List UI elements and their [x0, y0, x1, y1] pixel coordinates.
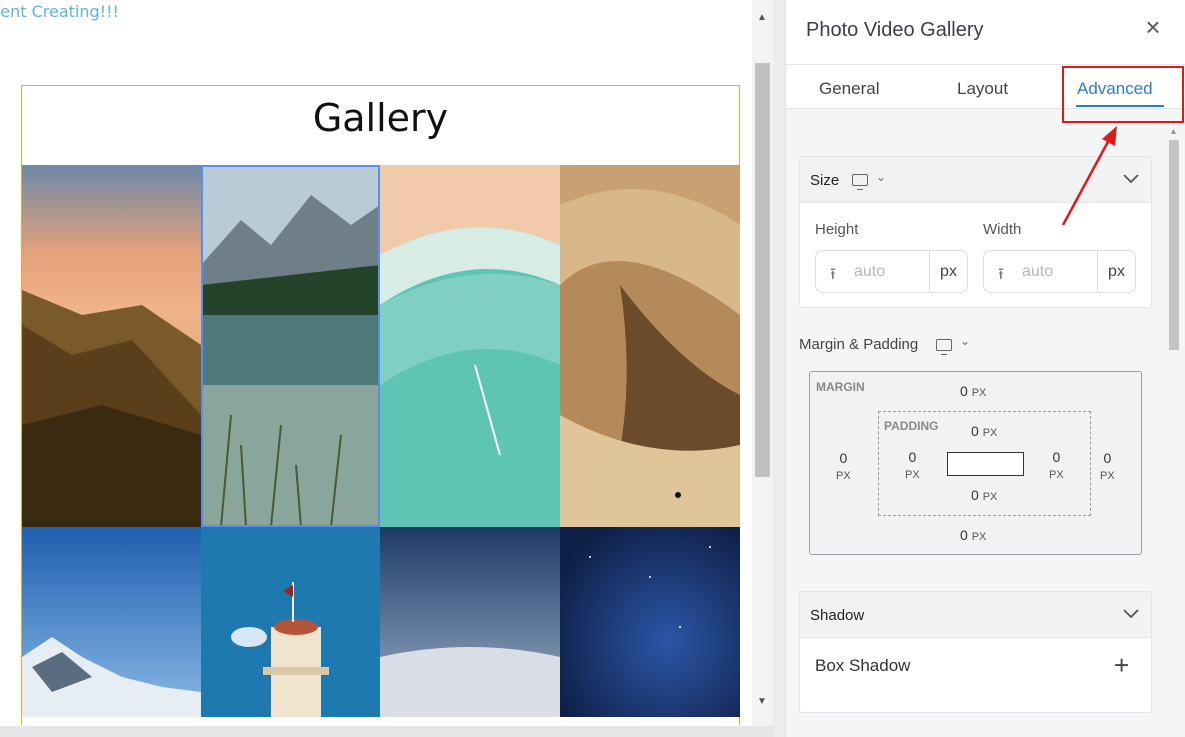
panel-scrollbar[interactable]: ▲	[1167, 126, 1181, 737]
margin-padding-label: Margin & Padding	[799, 336, 919, 353]
panel-header: Photo Video Gallery ×	[786, 0, 1185, 64]
padding-bottom-value[interactable]: 0 PX	[971, 487, 997, 503]
shadow-section-header[interactable]: Shadow	[800, 592, 1151, 638]
content-heading-fragment: tent Creating!!!	[0, 2, 119, 21]
height-label: Height	[815, 221, 859, 238]
margin-box: MARGIN 0 PX 0 PX 0 PX 0 PX PADDING 0 PX 0P…	[809, 371, 1142, 555]
canvas-bottom-bar	[0, 726, 773, 737]
device-monitor-icon[interactable]	[936, 338, 952, 356]
margin-bottom-value[interactable]: 0 PX	[960, 527, 986, 543]
content-box	[947, 452, 1024, 476]
scroll-up-icon[interactable]: ▲	[757, 12, 767, 23]
gallery-widget[interactable]: Gallery	[21, 85, 740, 725]
padding-caption: PADDING	[884, 419, 939, 433]
shadow-label: Shadow	[810, 607, 865, 624]
collapse-chevron-icon[interactable]	[1123, 171, 1139, 187]
margin-left-value[interactable]: 0 PX	[836, 450, 851, 482]
tab-layout[interactable]: Layout	[957, 79, 1008, 99]
gallery-image-alpine-lake[interactable]	[201, 165, 380, 527]
width-input[interactable]: ⭱ auto px	[983, 250, 1136, 293]
padding-top-value[interactable]: 0 PX	[971, 423, 997, 439]
height-icon: ⭱	[830, 266, 836, 283]
panel-scroll-thumb[interactable]	[1169, 140, 1179, 350]
margin-top-value[interactable]: 0 PX	[960, 383, 986, 399]
gallery-image-snowy-peaks[interactable]	[22, 527, 201, 717]
chevron-down-icon[interactable]: ⌄	[876, 170, 886, 184]
width-icon: ⭱	[998, 266, 1004, 283]
canvas-scroll-thumb[interactable]	[755, 63, 770, 477]
height-placeholder: auto	[854, 263, 886, 280]
scroll-up-icon[interactable]: ▲	[1169, 126, 1178, 136]
box-shadow-label: Box Shadow	[815, 656, 911, 675]
size-label: Size	[810, 172, 840, 189]
width-placeholder: auto	[1022, 263, 1054, 280]
chevron-down-icon[interactable]: ⌄	[960, 334, 970, 348]
size-section-header[interactable]: Size ⌄	[800, 157, 1151, 203]
gallery-image-night-sky[interactable]	[560, 527, 740, 717]
height-unit[interactable]: px	[929, 251, 967, 292]
padding-left-value[interactable]: 0 PX	[905, 449, 920, 481]
width-label: Width	[983, 221, 1022, 238]
gallery-image-lighthouse[interactable]	[201, 527, 380, 717]
tab-general[interactable]: General	[819, 79, 879, 99]
device-monitor-icon[interactable]	[852, 173, 868, 191]
width-unit[interactable]: px	[1097, 251, 1135, 292]
add-box-shadow-icon[interactable]: +	[1114, 650, 1129, 681]
padding-box: PADDING 0 PX 0 PX 0 PX 0 PX	[878, 411, 1091, 516]
margin-caption: MARGIN	[816, 380, 865, 394]
close-icon[interactable]: ×	[1140, 14, 1166, 40]
shadow-section: Shadow Box Shadow +	[799, 591, 1152, 713]
gallery-image-snow-plain[interactable]	[380, 527, 560, 717]
gallery-image-beach-aerial[interactable]	[380, 165, 560, 527]
panel-title: Photo Video Gallery	[806, 19, 984, 41]
gallery-image-mountain-sunset[interactable]	[22, 165, 201, 527]
margin-right-value[interactable]: 0 PX	[1100, 450, 1115, 482]
size-section: Size ⌄ Height Width ⭱ auto px ⭱ auto px	[799, 156, 1152, 308]
height-input[interactable]: ⭱ auto px	[815, 250, 968, 293]
editor-canvas: tent Creating!!! Gallery	[0, 0, 752, 726]
collapse-chevron-icon[interactable]	[1123, 606, 1139, 622]
gallery-title: Gallery	[312, 96, 449, 140]
canvas-scrollbar[interactable]: ▲ ▼	[752, 0, 773, 726]
gallery-image-desert-dunes[interactable]	[560, 165, 740, 527]
padding-right-value[interactable]: 0 PX	[1049, 449, 1064, 481]
advanced-tab-highlight	[1062, 66, 1184, 123]
scroll-down-icon[interactable]: ▼	[757, 696, 767, 707]
